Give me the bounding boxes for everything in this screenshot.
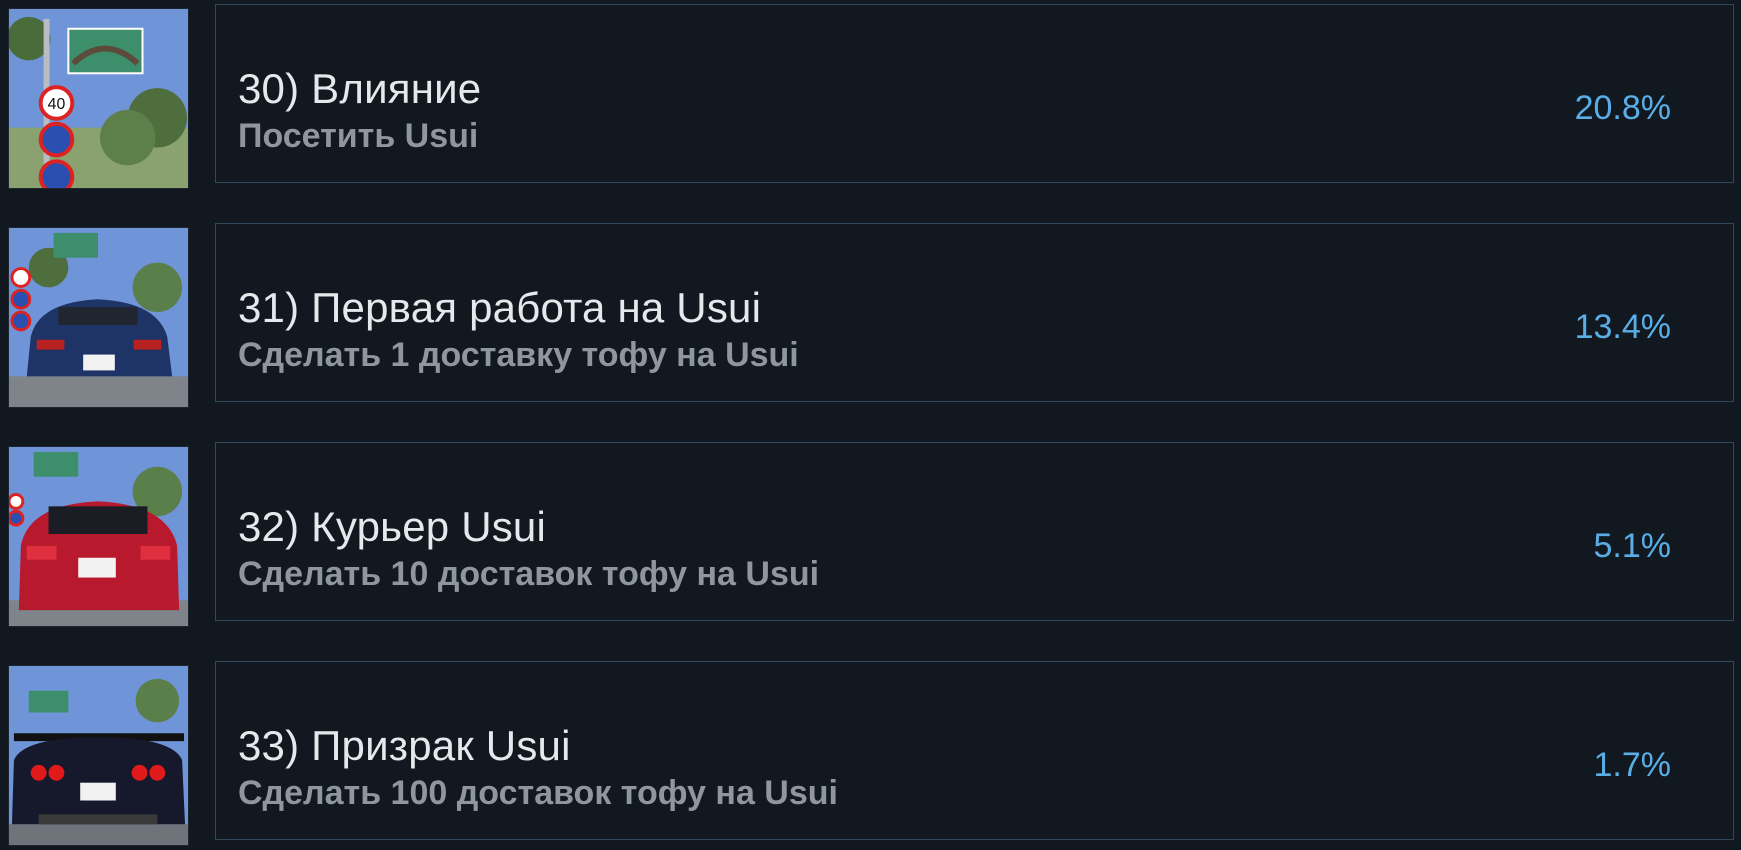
achievement-description: Сделать 100 доставок тофу на Usui [238,774,838,812]
achievement-description: Посетить Usui [238,117,479,155]
achievement-title: 30) Влияние [238,65,482,112]
achievement-panel: 33) Призрак Usui Сделать 100 доставок то… [215,661,1734,840]
road-signs-icon: 40 [8,8,189,189]
red-car-icon [8,446,189,627]
achievement-title: 31) Первая работа на Usui [238,284,762,331]
achievement-title: 33) Призрак Usui [238,722,571,769]
achievement-panel: 30) Влияние Посетить Usui 20.8% [215,4,1734,183]
achievement-description: Сделать 10 доставок тофу на Usui [238,555,820,593]
achievement-row[interactable]: 40 30) Влияние Посетить Usui 20.8% [0,0,1741,189]
blue-car-icon [8,227,189,408]
achievement-row[interactable]: 32) Курьер Usui Сделать 10 доставок тофу… [0,438,1741,627]
achievement-row[interactable]: 33) Призрак Usui Сделать 100 доставок то… [0,657,1741,846]
achievement-percent: 1.7% [1593,746,1672,784]
achievement-panel: 31) Первая работа на Usui Сделать 1 дост… [215,223,1734,402]
svg-text:40: 40 [48,96,66,113]
achievement-description: Сделать 1 доставку тофу на Usui [238,336,799,374]
achievement-percent: 13.4% [1574,308,1671,346]
achievement-row[interactable]: 31) Первая работа на Usui Сделать 1 дост… [0,219,1741,408]
achievement-percent: 20.8% [1574,89,1671,127]
achievement-percent: 5.1% [1593,527,1672,565]
dark-car-icon [8,665,189,846]
achievement-title: 32) Курьер Usui [238,503,547,550]
achievement-panel: 32) Курьер Usui Сделать 10 доставок тофу… [215,442,1734,621]
